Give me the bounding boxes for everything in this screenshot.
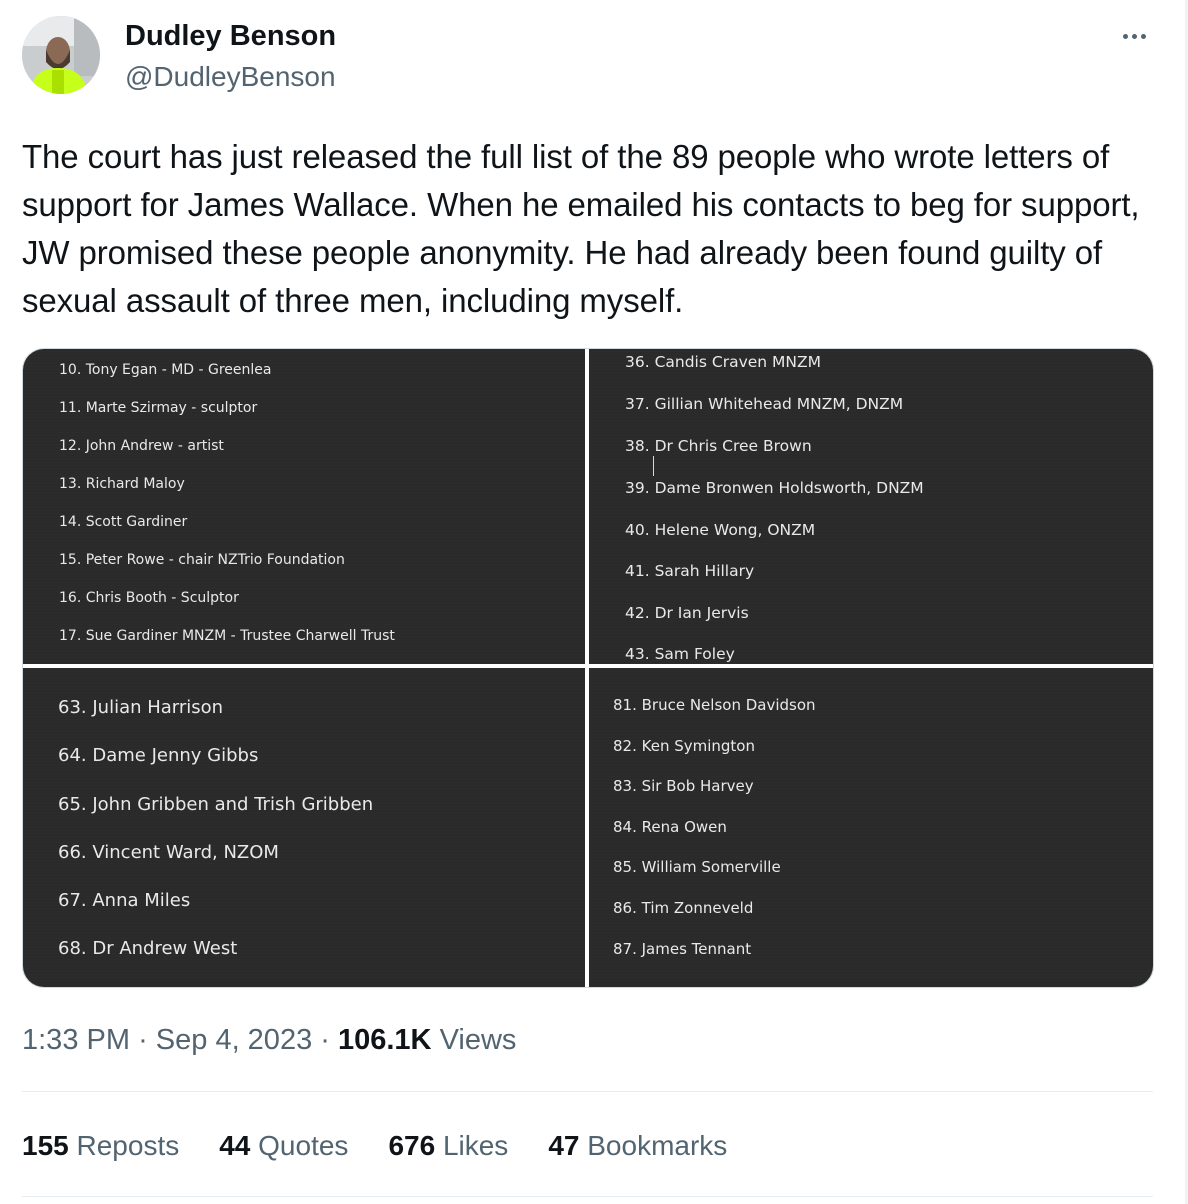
list-item: 14. Scott Gardiner (59, 514, 188, 530)
reposts-label: Reposts (76, 1130, 180, 1161)
list-item: 87. James Tennant (613, 940, 752, 958)
separator: · (138, 1024, 156, 1056)
dot (1122, 33, 1128, 39)
list-item: 40. Helene Wong, ONZM (625, 521, 816, 539)
text-cursor (653, 456, 654, 476)
list-item: 42. Dr Ian Jervis (625, 604, 749, 622)
list-item: 13. Richard Maloy (59, 476, 185, 492)
list-item: 64. Dame Jenny Gibbs (58, 745, 259, 766)
author-name[interactable]: Dudley Benson (125, 18, 336, 54)
quotes-stat[interactable]: 44 Quotes (219, 1126, 348, 1166)
tweet-time[interactable]: 1:33 PM (22, 1024, 130, 1056)
list-item: 11. Marte Szirmay - sculptor (59, 400, 258, 416)
list-item: 86. Tim Zonneveld (613, 899, 754, 917)
list-item: 84. Rena Owen (613, 818, 727, 836)
likes-stat[interactable]: 676 Likes (388, 1126, 508, 1166)
list-item: 39. Dame Bronwen Holdsworth, DNZM (625, 479, 924, 497)
media-image-1[interactable]: 10. Tony Egan - MD - Greenlea 11. Marte … (23, 349, 585, 664)
dot (1140, 33, 1146, 39)
list-item: 82. Ken Symington (613, 737, 755, 755)
divider (22, 1091, 1153, 1092)
likes-count: 676 (388, 1130, 436, 1161)
list-item: 36. Candis Craven MNZM (625, 353, 821, 371)
list-item: 16. Chris Booth - Sculptor (59, 590, 239, 606)
avatar-image (22, 16, 100, 94)
reposts-count: 155 (22, 1130, 69, 1161)
list-item: 17. Sue Gardiner MNZM - Trustee Charwell… (59, 628, 395, 644)
avatar[interactable] (22, 16, 100, 94)
list-item: 15. Peter Rowe - chair NZTrio Foundation (59, 552, 345, 568)
reposts-stat[interactable]: 155 Reposts (22, 1126, 179, 1166)
list-item: 12. John Andrew - artist (59, 438, 224, 454)
tweet-meta: 1:33 PM · Sep 4, 2023 · 106.1K Views (22, 1020, 516, 1060)
author-handle[interactable]: @DudleyBenson (125, 60, 336, 94)
list-item: 67. Anna Miles (58, 890, 191, 911)
list-item: 43. Sam Foley (625, 645, 735, 663)
list-item: 81. Bruce Nelson Davidson (613, 696, 816, 714)
list-item: 63. Julian Harrison (58, 697, 224, 718)
separator: · (320, 1024, 338, 1056)
bookmarks-count: 47 (548, 1130, 580, 1161)
quotes-label: Quotes (258, 1130, 349, 1161)
dot (1131, 33, 1137, 39)
list-item: 68. Dr Andrew West (58, 938, 238, 959)
likes-label: Likes (442, 1130, 509, 1161)
list-item: 10. Tony Egan - MD - Greenlea (59, 362, 272, 378)
bookmarks-stat[interactable]: 47 Bookmarks (548, 1126, 727, 1166)
list-item: 85. William Somerville (613, 858, 781, 876)
list-item-text: 10. Tony Egan - MD - Greenlea (59, 362, 272, 378)
tweet-date[interactable]: Sep 4, 2023 (156, 1024, 312, 1056)
list-item: 66. Vincent Ward, NZOM (58, 842, 279, 863)
views-count: 106.1K (337, 1024, 432, 1056)
more-horizontal-icon[interactable] (1116, 22, 1152, 50)
media-image-4[interactable]: 81. Bruce Nelson Davidson 82. Ken Syming… (589, 668, 1153, 987)
list-item: 41. Sarah Hillary (625, 562, 755, 580)
list-item: 38. Dr Chris Cree Brown (625, 437, 812, 455)
views-label: Views (439, 1024, 517, 1056)
list-item: 65. John Gribben and Trish Gribben (58, 794, 374, 815)
media-grid[interactable]: 10. Tony Egan - MD - Greenlea 11. Marte … (22, 348, 1154, 988)
bookmarks-label: Bookmarks (587, 1130, 728, 1161)
media-image-2[interactable]: 36. Candis Craven MNZM 37. Gillian White… (589, 349, 1153, 664)
media-image-3[interactable]: 63. Julian Harrison 64. Dame Jenny Gibbs… (23, 668, 585, 987)
engagement-stats: 155 Reposts 44 Quotes 676 Likes 47 Bookm… (22, 1126, 767, 1166)
divider (22, 1196, 1153, 1197)
quotes-count: 44 (219, 1130, 251, 1161)
tweet-text: The court has just released the full lis… (22, 138, 1149, 319)
list-item: 37. Gillian Whitehead MNZM, DNZM (625, 395, 904, 413)
list-item: 83. Sir Bob Harvey (613, 777, 754, 795)
